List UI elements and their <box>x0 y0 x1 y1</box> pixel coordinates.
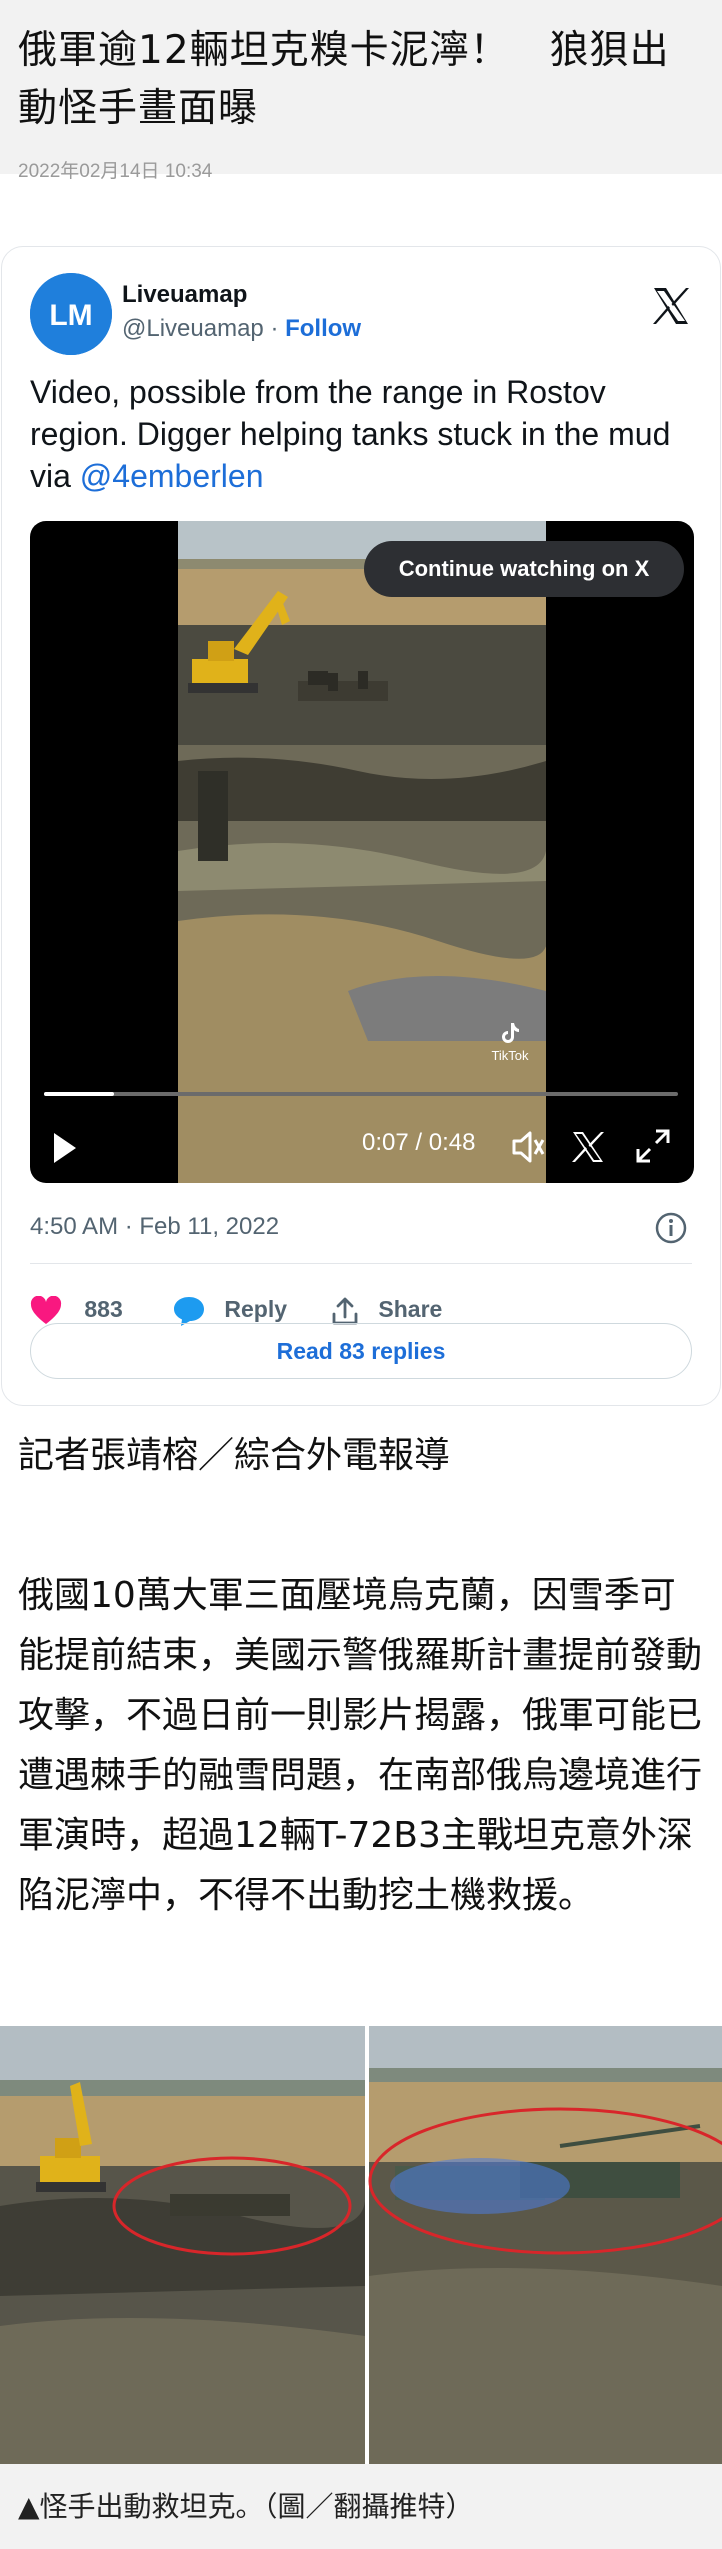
handle-separator: · <box>263 315 286 342</box>
article-date: 2022年02月14日 10:34 <box>18 161 213 182</box>
read-replies-button[interactable]: Read 83 replies <box>30 1323 692 1379</box>
article-paragraph: 俄國10萬大軍三面壓境烏克蘭，因雪季可能提前結束，美國示警俄羅斯計畫提前發動攻擊… <box>18 1575 703 1916</box>
account-handle-row: @Liveuamap · Follow <box>122 315 361 343</box>
video-progress-bar[interactable] <box>44 1092 678 1096</box>
expand-icon[interactable] <box>634 1127 672 1165</box>
info-icon[interactable] <box>654 1211 688 1245</box>
share-label: Share <box>378 1296 443 1322</box>
mention-link[interactable]: @4emberlen <box>80 458 264 494</box>
article-headline: 俄軍逾12輛坦克糗卡泥濘！ 狼狽出動怪手畫面曝 <box>18 28 670 131</box>
tweet-text: Video, possible from the range in Rostov… <box>30 371 690 497</box>
article-byline: 記者張靖榕／綜合外電報導 <box>18 1435 451 1476</box>
account-handle[interactable]: @Liveuamap <box>122 315 264 342</box>
photo-right-panel <box>368 2026 722 2464</box>
continue-watching-button[interactable]: Continue watching on X <box>364 541 684 597</box>
avatar[interactable]: LM <box>30 273 112 355</box>
embedded-tweet[interactable]: LM Liveuamap @Liveuamap · Follow Video, … <box>1 246 721 1406</box>
video-player[interactable]: Continue watching on X TikTok 0:07 / 0:4… <box>30 521 694 1183</box>
video-x-logo-icon[interactable] <box>570 1129 606 1165</box>
tiktok-watermark: TikTok <box>490 1021 530 1063</box>
share-icon <box>332 1297 358 1325</box>
reply-label: Reply <box>224 1296 288 1322</box>
photo-left-panel <box>0 2026 365 2464</box>
article-photo <box>0 2026 722 2464</box>
svg-text:LM: LM <box>49 299 92 332</box>
video-frame[interactable] <box>178 521 546 1183</box>
volume-icon[interactable] <box>508 1127 548 1167</box>
tweet-timestamp[interactable]: 4:50 AM · Feb 11, 2022 <box>30 1213 279 1241</box>
video-progress-fill <box>44 1092 114 1096</box>
play-icon[interactable] <box>52 1131 78 1165</box>
tweet-header: LM Liveuamap @Liveuamap · Follow <box>30 267 692 355</box>
like-count: 883 <box>84 1296 123 1322</box>
article-header: 俄軍逾12輛坦克糗卡泥濘！ 狼狽出動怪手畫面曝 2022年02月14日 10:3… <box>0 0 722 182</box>
video-time: 0:07 / 0:48 <box>362 1129 476 1156</box>
account-name[interactable]: Liveuamap <box>122 281 247 309</box>
tweet-divider <box>30 1263 692 1264</box>
heart-icon <box>30 1295 62 1324</box>
x-logo-icon[interactable] <box>650 285 692 327</box>
photo-caption: ▲怪手出動救坦克。（圖／翻攝推特） <box>0 2464 722 2549</box>
follow-button[interactable]: Follow <box>285 315 361 342</box>
tiktok-label: TikTok <box>491 1048 529 1063</box>
